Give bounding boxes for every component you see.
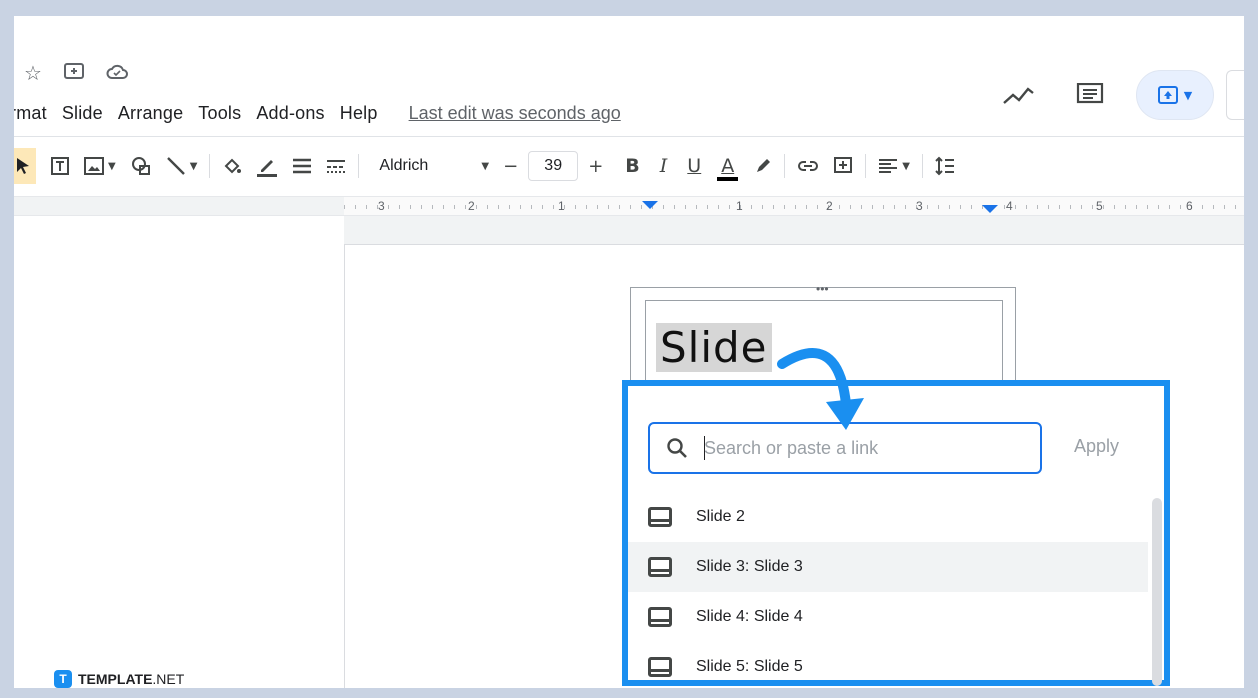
chevron-down-icon[interactable]: ▼	[190, 161, 198, 172]
text-box-tool[interactable]	[50, 156, 70, 176]
brand-name: TEMPLATE.NET	[78, 671, 184, 687]
fill-color-icon[interactable]	[222, 156, 242, 176]
ruler-ticks	[344, 205, 1244, 209]
list-item[interactable]: Slide 3: Slide 3	[628, 542, 1148, 592]
toolbar-separator	[209, 154, 211, 178]
shape-icon	[131, 157, 150, 175]
move-folder-icon[interactable]	[63, 62, 84, 83]
present-button[interactable]: ▼	[1136, 70, 1214, 120]
app-window: ☆ rmat Slide Arrange Tools Add-ons Help …	[14, 16, 1244, 688]
filmstrip-area	[14, 216, 344, 688]
chevron-down-icon[interactable]: ▼	[108, 161, 116, 172]
brand-name-bold: TEMPLATE	[78, 671, 153, 687]
add-comment-icon[interactable]	[833, 156, 853, 176]
italic-button[interactable]: I	[660, 155, 668, 177]
list-item-label: Slide 5: Slide 5	[696, 658, 803, 675]
menu-slide[interactable]: Slide	[62, 103, 103, 124]
toolbar-separator	[865, 154, 867, 178]
menu-add-ons[interactable]: Add-ons	[256, 103, 324, 124]
cursor-icon	[17, 158, 29, 174]
star-icon[interactable]: ☆	[24, 63, 42, 83]
chevron-down-icon[interactable]: ▼	[902, 161, 910, 172]
ruler-label: 1	[736, 199, 743, 213]
comments-icon[interactable]	[1076, 83, 1104, 107]
horizontal-ruler: 3 2 1 1 2 3 4 5 6	[14, 196, 1244, 216]
doc-status-icons: ☆	[24, 62, 128, 83]
menu-bar: rmat Slide Arrange Tools Add-ons Help La…	[14, 100, 621, 126]
toolbar-divider	[14, 136, 1244, 137]
shape-tool[interactable]	[130, 156, 152, 176]
cloud-status-icon[interactable]	[106, 63, 128, 83]
bold-button[interactable]: B	[625, 155, 639, 177]
slide-icon	[648, 557, 672, 577]
font-size-decrease-button[interactable]: −	[503, 156, 518, 177]
slide-link-list: Slide 2 Slide 3: Slide 3 Slide 4: Slide …	[628, 492, 1148, 688]
list-item-label: Slide 3: Slide 3	[696, 558, 803, 575]
line-tool[interactable]	[166, 156, 186, 176]
selected-slide-text[interactable]: Slide	[656, 323, 772, 372]
list-scrollbar[interactable]	[1152, 498, 1162, 686]
slide-icon	[648, 507, 672, 527]
activity-trend-icon[interactable]	[1002, 83, 1036, 107]
slide-icon	[648, 607, 672, 627]
ruler-label: 2	[826, 199, 833, 213]
ruler-label: 3	[916, 199, 923, 213]
image-icon	[84, 157, 104, 175]
menu-tools[interactable]: Tools	[198, 103, 241, 124]
underline-button[interactable]: U	[687, 155, 701, 177]
font-family-select[interactable]: Aldrich	[371, 157, 481, 175]
insert-link-icon[interactable]	[797, 159, 819, 173]
text-box-icon	[51, 157, 69, 175]
search-icon	[667, 438, 687, 458]
slide-icon	[648, 657, 672, 677]
list-item[interactable]: Slide 4: Slide 4	[628, 592, 1148, 642]
right-indent-marker[interactable]	[982, 205, 998, 213]
select-tool[interactable]	[14, 148, 36, 184]
border-color-icon[interactable]	[256, 155, 278, 177]
toolbar-separator	[358, 154, 360, 178]
font-size-input[interactable]: 39	[528, 151, 579, 181]
left-indent-marker[interactable]	[642, 201, 658, 209]
ruler-label: 4	[1006, 199, 1013, 213]
brand-name-suffix: .NET	[152, 671, 185, 687]
toolbar-separator	[784, 154, 786, 178]
ruler-label: 6	[1186, 199, 1193, 213]
header-actions: ▼	[1002, 70, 1244, 120]
share-button[interactable]	[1226, 70, 1244, 120]
menu-format[interactable]: rmat	[14, 103, 47, 124]
ruler-label: 2	[468, 199, 475, 213]
font-size-increase-button[interactable]: +	[588, 156, 603, 177]
image-tool[interactable]	[84, 157, 104, 175]
highlight-color-icon[interactable]	[754, 157, 772, 175]
formatting-toolbar: ▼ ▼ Aldrich ▼ − 39 + B I U A ▼	[14, 144, 955, 188]
line-spacing-icon[interactable]	[935, 156, 955, 176]
chevron-down-icon[interactable]: ▼	[481, 161, 489, 172]
last-edit-link[interactable]: Last edit was seconds ago	[409, 103, 621, 124]
border-dash-icon[interactable]	[326, 158, 346, 174]
text-color-button[interactable]: A	[717, 155, 739, 181]
list-item[interactable]: Slide 2	[628, 492, 1148, 542]
drag-handle-icon[interactable]: •••	[816, 282, 829, 296]
list-item-label: Slide 2	[696, 508, 745, 525]
ruler-label: 1	[558, 199, 565, 213]
list-item-label: Slide 4: Slide 4	[696, 608, 803, 625]
present-icon	[1157, 86, 1178, 104]
align-icon[interactable]	[878, 158, 898, 174]
chevron-down-icon: ▼	[1183, 88, 1193, 102]
ruler-label: 3	[378, 199, 385, 213]
brand-watermark: T TEMPLATE.NET	[54, 670, 184, 688]
ruler-label: 5	[1096, 199, 1103, 213]
list-item[interactable]: Slide 5: Slide 5	[628, 642, 1148, 688]
line-icon	[166, 157, 185, 175]
insert-link-popup: Apply Slide 2 Slide 3: Slide 3 Slide 4: …	[622, 380, 1170, 686]
toolbar-separator	[921, 154, 923, 178]
border-weight-icon[interactable]	[292, 158, 312, 174]
annotation-arrow-icon	[777, 348, 864, 430]
menu-arrange[interactable]: Arrange	[118, 103, 183, 124]
apply-button[interactable]: Apply	[1074, 436, 1119, 457]
menu-help[interactable]: Help	[340, 103, 378, 124]
template-logo-icon: T	[54, 670, 72, 688]
